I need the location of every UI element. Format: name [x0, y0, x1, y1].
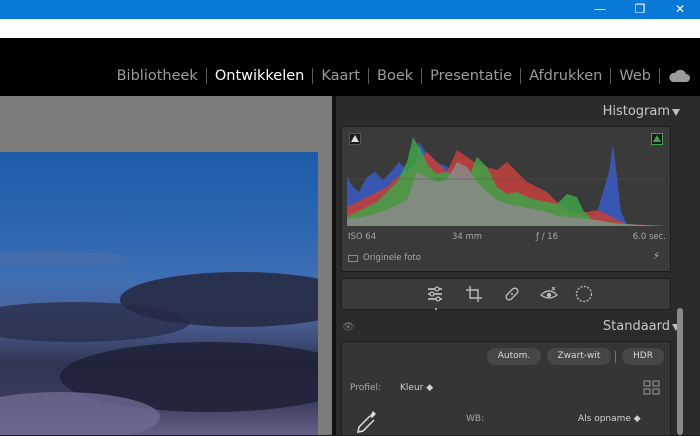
healing-icon[interactable]	[502, 284, 522, 304]
minimize-button[interactable]: —	[580, 0, 620, 19]
exif-info: ISO 64 34 mm ƒ / 16 6.0 sec.	[348, 232, 666, 246]
menu-strip	[0, 19, 700, 38]
eyedropper-icon[interactable]	[354, 408, 378, 436]
right-panel: Histogram ISO 64 34 mm ƒ / 16 6.0 sec. O…	[336, 96, 700, 435]
module-web[interactable]: Web	[611, 66, 659, 86]
module-afdrukken[interactable]: Afdrukken	[521, 66, 610, 86]
shadow-clipping-icon[interactable]	[349, 133, 361, 145]
collapse-triangle-icon[interactable]	[672, 109, 680, 116]
flash-icon: ⚡	[652, 251, 660, 262]
crop-icon[interactable]	[464, 284, 484, 304]
profile-browser-icon[interactable]	[643, 380, 660, 395]
original-photo-toggle[interactable]: Originele foto	[348, 253, 421, 263]
profile-select[interactable]: Kleur ◆	[400, 383, 433, 393]
original-photo-label: Originele foto	[363, 253, 421, 263]
shutter-value: 6.0 sec.	[632, 232, 666, 242]
title-bar: — ❐ ✕	[0, 0, 700, 19]
mask-icon[interactable]	[574, 284, 594, 304]
wb-select[interactable]: Als opname ◆	[578, 414, 641, 424]
profile-label: Profiel:	[350, 383, 382, 393]
standaard-title[interactable]: Standaard	[603, 319, 670, 334]
wb-label: WB:	[466, 414, 485, 424]
module-separator	[659, 68, 660, 84]
module-presentatie[interactable]: Presentatie	[422, 66, 520, 86]
close-button[interactable]: ✕	[660, 0, 700, 19]
black-white-button[interactable]: Zwart-wit	[547, 348, 611, 365]
histogram-title[interactable]: Histogram	[603, 104, 670, 119]
module-bibliotheek[interactable]: Bibliotheek	[109, 66, 206, 86]
aperture-value: ƒ / 16	[536, 232, 559, 242]
panel-scrollbar[interactable]	[677, 308, 683, 435]
module-picker: Bibliotheek Ontwikkelen Kaart Boek Prese…	[0, 38, 700, 96]
hdr-button[interactable]: HDR	[622, 348, 664, 365]
highlight-clipping-icon[interactable]	[651, 133, 663, 145]
button-separator	[615, 351, 616, 363]
histogram[interactable]: ISO 64 34 mm ƒ / 16 6.0 sec. Originele f…	[341, 126, 671, 272]
auto-button[interactable]: Autom.	[487, 348, 541, 365]
module-ontwikkelen[interactable]: Ontwikkelen	[207, 66, 313, 86]
cloud-icon[interactable]	[668, 69, 690, 83]
tool-strip	[341, 278, 671, 310]
sliders-icon[interactable]	[425, 284, 445, 304]
restore-button[interactable]: ❐	[620, 0, 660, 19]
redeye-icon[interactable]	[539, 284, 559, 304]
active-tool-indicator	[435, 308, 437, 310]
module-boek[interactable]: Boek	[369, 66, 421, 86]
photo-preview[interactable]	[0, 152, 318, 435]
basic-panel: Autom. Zwart-wit HDR Profiel: Kleur ◆ WB…	[341, 341, 671, 435]
eye-icon[interactable]: 👁	[342, 322, 355, 333]
iso-value: ISO 64	[348, 232, 377, 242]
module-kaart[interactable]: Kaart	[313, 66, 368, 86]
focal-length-value: 34 mm	[452, 232, 483, 242]
histogram-graph	[347, 132, 665, 227]
image-viewer[interactable]	[0, 96, 332, 435]
checkbox-icon[interactable]	[348, 254, 358, 262]
